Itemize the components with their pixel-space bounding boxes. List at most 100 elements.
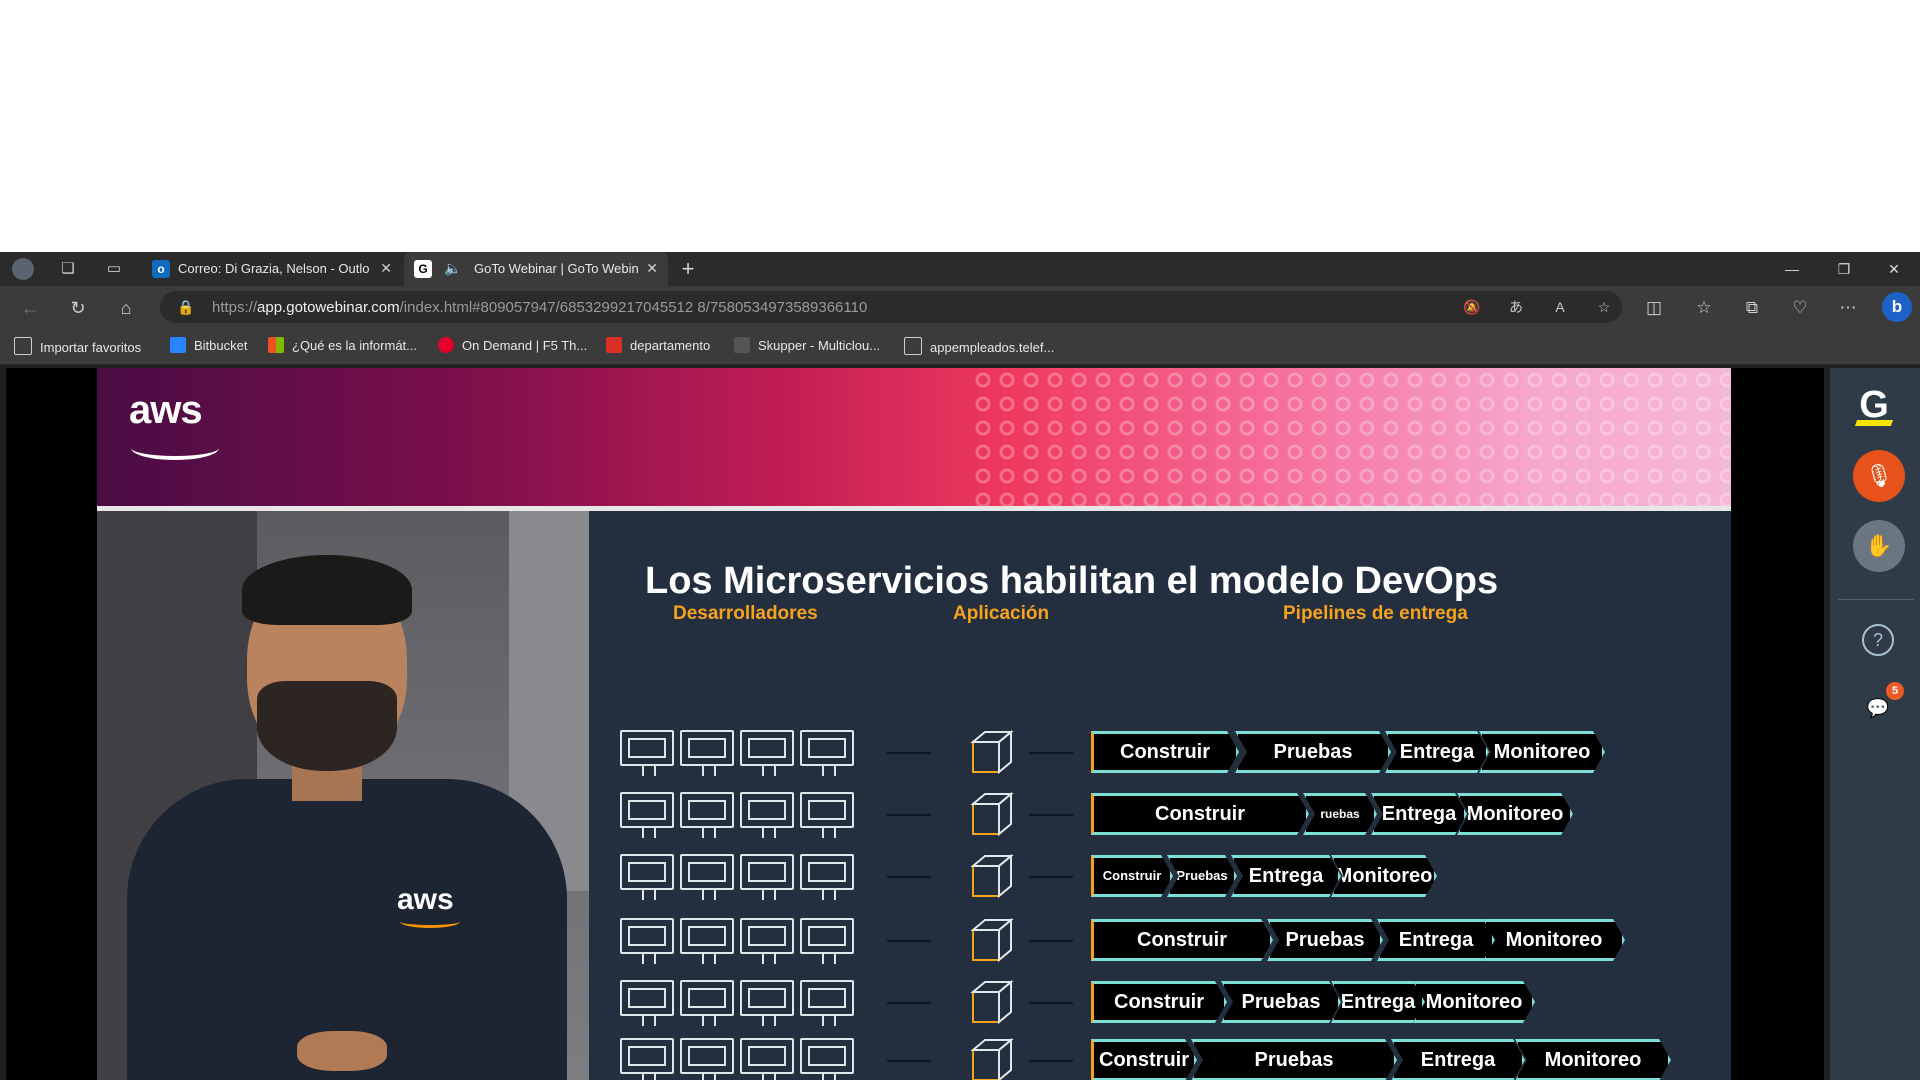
copilot-icon[interactable]: b <box>1882 292 1912 322</box>
pipeline-row: Construir ruebas Entrega Monitoreo <box>97 790 1731 840</box>
monitor-icon <box>620 792 674 838</box>
microservice-cube-icon <box>969 728 1015 775</box>
vertical-tabs-icon[interactable]: ▭ <box>104 259 124 279</box>
bookmark-skupper[interactable]: Skupper - Multiclou... <box>734 337 880 357</box>
address-toolbar: ← ↻ ⌂ 🔒 https://app.gotowebinar.com/inde… <box>0 286 1920 328</box>
tracking-icon[interactable]: 🔕 <box>1462 297 1482 317</box>
connector-line <box>887 1002 931 1004</box>
restore-button[interactable]: ❐ <box>1822 258 1866 280</box>
refresh-icon[interactable]: ↻ <box>66 296 90 320</box>
close-window-button[interactable]: ✕ <box>1872 258 1916 280</box>
monitor-icon <box>680 792 734 838</box>
pipeline-stage: Pruebas <box>1191 1039 1397 1080</box>
lock-icon[interactable]: 🔒 <box>176 297 196 317</box>
monitor-icon <box>740 980 794 1026</box>
f5-icon <box>438 337 454 353</box>
connector-line <box>1029 814 1073 816</box>
microservice-cube-icon <box>969 978 1015 1025</box>
collections-icon[interactable]: ❏ <box>58 259 78 279</box>
monitor-icon <box>620 1038 674 1080</box>
profile-avatar[interactable] <box>12 258 34 280</box>
more-menu-icon[interactable]: ⋯ <box>1836 296 1860 320</box>
back-icon[interactable]: ← <box>18 296 42 320</box>
aws-smile-icon <box>131 436 219 460</box>
monitor-icon <box>800 918 854 964</box>
monitor-icon <box>680 730 734 776</box>
monitor-icon <box>680 918 734 964</box>
pipeline-stage: Entrega <box>1371 793 1467 835</box>
monitor-icon <box>680 854 734 900</box>
presenter-hair <box>242 555 412 625</box>
help-icon[interactable]: ? <box>1862 624 1894 656</box>
microservice-cube-icon <box>969 852 1015 899</box>
new-tab-button[interactable]: + <box>678 258 698 280</box>
connector-line <box>1029 752 1073 754</box>
pipeline-stage: Pruebas <box>1267 919 1383 961</box>
translate-icon[interactable]: あ <box>1506 297 1526 317</box>
pipeline-stage: Construir <box>1091 1039 1197 1080</box>
bookmarks-bar: Importar favoritos Bitbucket ¿Qué es la … <box>0 328 1920 365</box>
goto-logo-underline <box>1854 420 1894 426</box>
bookmark-f5[interactable]: On Demand | F5 Th... <box>438 337 587 357</box>
pipeline-stage: Construir <box>1091 919 1273 961</box>
panel-separator <box>1838 599 1914 600</box>
pipeline-stage: Entrega <box>1377 919 1495 961</box>
pipeline-row: Construir Pruebas Entrega Monitoreo <box>97 978 1731 1028</box>
collections-icon[interactable]: ⧉ <box>1740 296 1764 320</box>
split-screen-icon[interactable]: ◫ <box>1642 296 1666 320</box>
monitor-icon <box>800 980 854 1026</box>
bookmark-import[interactable]: Importar favoritos <box>14 337 141 357</box>
pipeline-stage: Monitoreo <box>1457 793 1573 835</box>
pipeline-stage: Monitoreo <box>1483 919 1625 961</box>
page-icon <box>904 337 922 355</box>
developer-group <box>620 728 870 778</box>
bookmark-informatica[interactable]: ¿Qué es la informát... <box>268 337 417 357</box>
speaker-icon[interactable]: 🔈 <box>444 260 461 277</box>
browser-window: ❏ ▭ o Correo: Di Grazia, Nelson - Outlo … <box>0 252 1920 1080</box>
monitor-icon <box>740 792 794 838</box>
minimize-button[interactable]: — <box>1770 258 1814 280</box>
read-aloud-icon[interactable]: A <box>1550 297 1570 317</box>
monitor-icon <box>620 854 674 900</box>
connector-line <box>1029 876 1073 878</box>
skupper-icon <box>734 337 750 353</box>
favorites-icon[interactable]: ☆ <box>1692 296 1716 320</box>
pipeline-stage: Monitoreo <box>1479 731 1605 773</box>
mic-muted-button[interactable]: 🎙 <box>1853 450 1905 502</box>
bitbucket-icon <box>170 337 186 353</box>
tab-outlook[interactable]: o Correo: Di Grazia, Nelson - Outlo ✕ <box>142 252 402 286</box>
monitor-icon <box>620 918 674 964</box>
pdf-icon <box>606 337 622 353</box>
address-bar[interactable]: 🔒 https://app.gotowebinar.com/index.html… <box>160 291 1622 323</box>
pipeline-stage: ruebas <box>1303 793 1377 835</box>
home-icon[interactable]: ⌂ <box>114 296 138 320</box>
close-tab-icon[interactable]: ✕ <box>646 260 658 277</box>
webinar-viewer: aws aws Los Microservicios habilitan el … <box>6 368 1824 1080</box>
monitor-icon <box>800 1038 854 1080</box>
bookmark-departamento[interactable]: departamento <box>606 337 710 357</box>
microservice-cube-icon <box>969 1036 1015 1080</box>
favorite-star-icon[interactable]: ☆ <box>1594 297 1614 317</box>
developer-group <box>620 790 870 840</box>
url-text[interactable]: https://app.gotowebinar.com/index.html#8… <box>212 299 867 316</box>
pipeline-stage: Monitoreo <box>1413 981 1535 1023</box>
pipeline-stage: Entrega <box>1331 981 1425 1023</box>
pipeline-stage: Construir <box>1091 981 1227 1023</box>
close-tab-icon[interactable]: ✕ <box>380 260 392 277</box>
bookmark-bitbucket[interactable]: Bitbucket <box>170 337 247 357</box>
label-developers: Desarrolladores <box>673 603 818 624</box>
goto-side-panel: G 🎙 ✋ ? 💬 5 <box>1830 368 1920 1080</box>
raise-hand-button[interactable]: ✋ <box>1853 520 1905 572</box>
outlook-icon: o <box>152 260 170 278</box>
pipeline-stage: Entrega <box>1231 855 1341 897</box>
browser-essentials-icon[interactable]: ♡ <box>1788 296 1812 320</box>
tab-bar: ❏ ▭ o Correo: Di Grazia, Nelson - Outlo … <box>0 252 1920 286</box>
microservice-cube-icon <box>969 916 1015 963</box>
tab-goto-webinar[interactable]: G 🔈 GoTo Webinar | GoTo Webin ✕ <box>404 252 668 286</box>
connector-line <box>887 814 931 816</box>
developer-group <box>620 978 870 1028</box>
developer-group <box>620 916 870 966</box>
pipeline-stage: Pruebas <box>1167 855 1237 897</box>
pipeline-stage: Monitoreo <box>1515 1039 1671 1080</box>
bookmark-appempleados[interactable]: appempleados.telef... <box>904 337 1054 357</box>
